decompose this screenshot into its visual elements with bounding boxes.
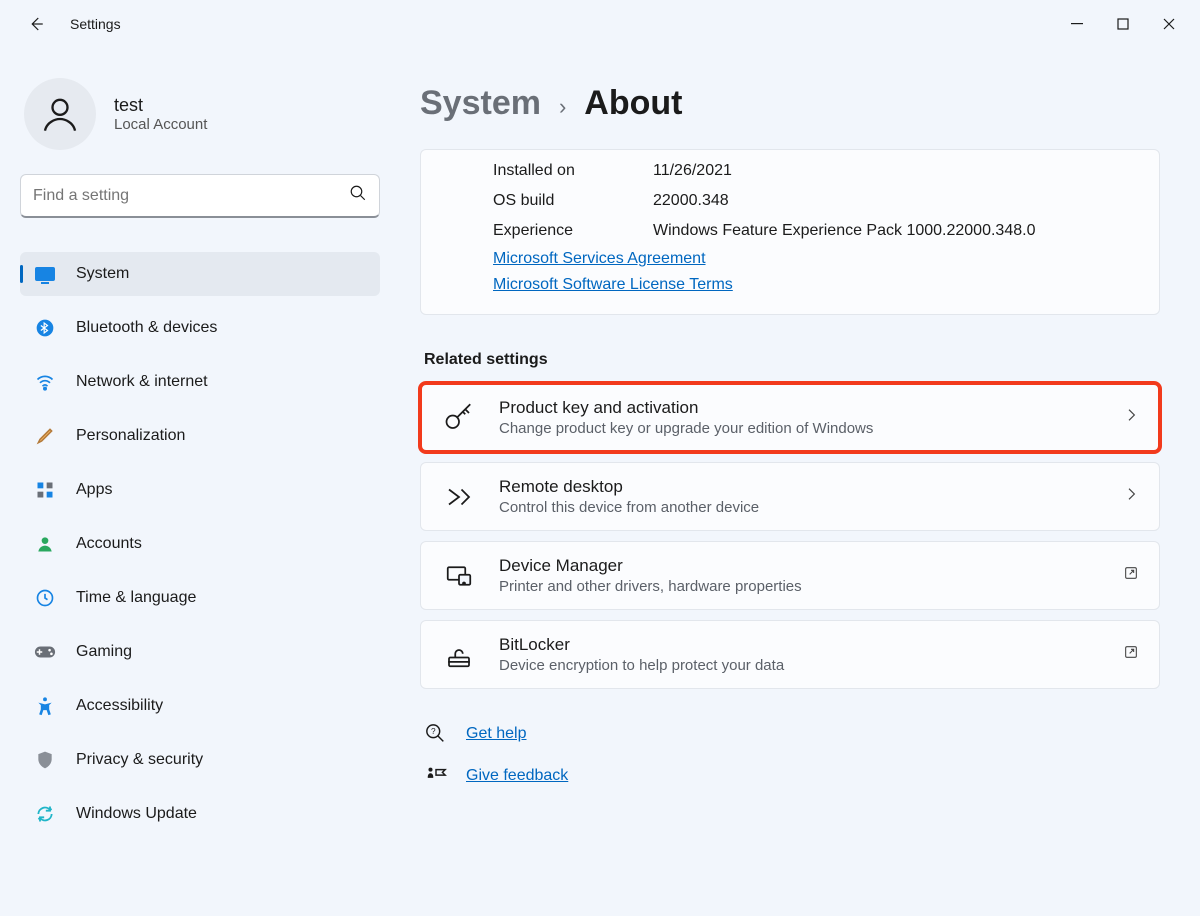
tile-subtitle: Control this device from another device bbox=[499, 499, 759, 516]
search-input[interactable] bbox=[33, 187, 349, 205]
time-icon bbox=[34, 587, 56, 609]
tile-subtitle: Device encryption to help protect your d… bbox=[499, 657, 784, 674]
spec-key: Installed on bbox=[493, 162, 653, 180]
page-title: About bbox=[584, 84, 682, 123]
minimize-button[interactable] bbox=[1054, 8, 1100, 40]
chevron-right-icon: › bbox=[559, 94, 566, 120]
nav-accessibility[interactable]: Accessibility bbox=[20, 684, 380, 728]
back-button[interactable] bbox=[16, 4, 56, 44]
tile-title: Device Manager bbox=[499, 556, 802, 576]
give-feedback-link[interactable]: Give feedback bbox=[420, 755, 1160, 797]
nav-privacy[interactable]: Privacy & security bbox=[20, 738, 380, 782]
update-icon bbox=[34, 803, 56, 825]
nav-label: Accounts bbox=[76, 535, 142, 553]
brush-icon bbox=[34, 425, 56, 447]
open-external-icon bbox=[1123, 565, 1139, 586]
search-box[interactable] bbox=[20, 174, 380, 218]
services-agreement-link[interactable]: Microsoft Services Agreement bbox=[493, 246, 1139, 272]
nav-label: Network & internet bbox=[76, 373, 208, 391]
titlebar: Settings bbox=[0, 0, 1200, 48]
device-manager-tile[interactable]: Device Manager Printer and other drivers… bbox=[420, 541, 1160, 610]
sidebar: test Local Account System Bluetooth & de… bbox=[0, 48, 400, 916]
avatar bbox=[24, 78, 96, 150]
lock-icon bbox=[441, 640, 477, 670]
spec-key: Experience bbox=[493, 222, 653, 240]
spec-row: Experience Windows Feature Experience Pa… bbox=[493, 216, 1139, 246]
nav-label: Bluetooth & devices bbox=[76, 319, 217, 337]
app-title: Settings bbox=[70, 16, 121, 32]
svg-text:?: ? bbox=[431, 727, 436, 736]
tile-title: BitLocker bbox=[499, 635, 784, 655]
main-content: System › About Installed on 11/26/2021 O… bbox=[400, 48, 1200, 916]
remote-desktop-tile[interactable]: Remote desktop Control this device from … bbox=[420, 462, 1160, 531]
window-controls bbox=[1054, 8, 1192, 40]
search-icon bbox=[349, 184, 367, 207]
breadcrumb: System › About bbox=[420, 72, 1160, 149]
nav-gaming[interactable]: Gaming bbox=[20, 630, 380, 674]
license-terms-link[interactable]: Microsoft Software License Terms bbox=[493, 272, 1139, 298]
nav-label: Privacy & security bbox=[76, 751, 203, 769]
link-label: Get help bbox=[466, 725, 526, 743]
tile-title: Remote desktop bbox=[499, 477, 759, 497]
display-icon bbox=[34, 263, 56, 285]
nav-label: Accessibility bbox=[76, 697, 163, 715]
spec-value: 22000.348 bbox=[653, 192, 729, 210]
nav-personalization[interactable]: Personalization bbox=[20, 414, 380, 458]
profile-name: test bbox=[114, 95, 207, 116]
chevron-right-icon bbox=[1123, 486, 1139, 507]
nav-label: Gaming bbox=[76, 643, 132, 661]
nav-update[interactable]: Windows Update bbox=[20, 792, 380, 836]
gaming-icon bbox=[34, 641, 56, 663]
spec-value: 11/26/2021 bbox=[653, 162, 732, 180]
product-key-tile[interactable]: Product key and activation Change produc… bbox=[420, 383, 1160, 452]
open-external-icon bbox=[1123, 644, 1139, 665]
nav-network[interactable]: Network & internet bbox=[20, 360, 380, 404]
key-icon bbox=[441, 403, 477, 433]
help-icon: ? bbox=[424, 723, 448, 745]
spec-row: Installed on 11/26/2021 bbox=[493, 156, 1139, 186]
nav-system[interactable]: System bbox=[20, 252, 380, 296]
accounts-icon bbox=[34, 533, 56, 555]
breadcrumb-parent[interactable]: System bbox=[420, 84, 541, 123]
accessibility-icon bbox=[34, 695, 56, 717]
nav-bluetooth[interactable]: Bluetooth & devices bbox=[20, 306, 380, 350]
close-button[interactable] bbox=[1146, 8, 1192, 40]
spec-key: OS build bbox=[493, 192, 653, 210]
nav-label: System bbox=[76, 265, 129, 283]
tile-subtitle: Printer and other drivers, hardware prop… bbox=[499, 578, 802, 595]
maximize-button[interactable] bbox=[1100, 8, 1146, 40]
nav-apps[interactable]: Apps bbox=[20, 468, 380, 512]
nav-label: Time & language bbox=[76, 589, 196, 607]
remote-icon bbox=[441, 482, 477, 512]
tile-subtitle: Change product key or upgrade your editi… bbox=[499, 420, 873, 437]
shield-icon bbox=[34, 749, 56, 771]
nav-label: Windows Update bbox=[76, 805, 197, 823]
get-help-link[interactable]: ? Get help bbox=[420, 713, 1160, 755]
profile-role: Local Account bbox=[114, 116, 207, 133]
bluetooth-icon bbox=[34, 317, 56, 339]
nav-accounts[interactable]: Accounts bbox=[20, 522, 380, 566]
spec-row: OS build 22000.348 bbox=[493, 186, 1139, 216]
wifi-icon bbox=[34, 371, 56, 393]
chevron-right-icon bbox=[1123, 407, 1139, 428]
windows-specs-card: Installed on 11/26/2021 OS build 22000.3… bbox=[420, 149, 1160, 315]
nav-time[interactable]: Time & language bbox=[20, 576, 380, 620]
nav-list: System Bluetooth & devices Network & int… bbox=[20, 252, 380, 836]
tile-title: Product key and activation bbox=[499, 398, 873, 418]
related-settings-header: Related settings bbox=[424, 351, 1160, 369]
spec-value: Windows Feature Experience Pack 1000.220… bbox=[653, 222, 1035, 240]
profile-block[interactable]: test Local Account bbox=[20, 72, 380, 174]
apps-icon bbox=[34, 479, 56, 501]
nav-label: Apps bbox=[76, 481, 112, 499]
link-label: Give feedback bbox=[466, 767, 568, 785]
bitlocker-tile[interactable]: BitLocker Device encryption to help prot… bbox=[420, 620, 1160, 689]
feedback-icon bbox=[424, 765, 448, 787]
nav-label: Personalization bbox=[76, 427, 185, 445]
device-icon bbox=[441, 561, 477, 591]
